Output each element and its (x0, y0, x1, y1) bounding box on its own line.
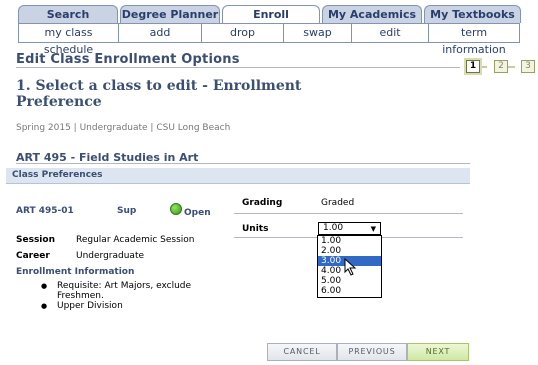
units-option[interactable]: 2.00 (318, 246, 381, 256)
step-3: 3 (521, 60, 535, 73)
grading-value: Graded (321, 198, 355, 208)
mouse-pointer-icon (344, 258, 357, 276)
previous-button[interactable]: PREVIOUS (337, 343, 407, 361)
requirements-list: Requisite: Art Majors, exclude Freshmen.… (41, 281, 211, 311)
step-heading: 1. Select a class to edit - Enrollment P… (16, 78, 302, 110)
title-divider (16, 67, 460, 68)
section-header-label: Class Preferences (12, 170, 103, 180)
page-title: Edit Class Enrollment Options (16, 52, 240, 67)
subtab-swap[interactable]: swap (284, 24, 352, 42)
next-button[interactable]: NEXT (407, 343, 469, 361)
class-component: Sup (117, 206, 137, 216)
tab-degree-planner[interactable]: Degree Planner (120, 5, 220, 23)
career-value: Undergraduate (76, 251, 145, 261)
units-option[interactable]: 6.00 (318, 286, 381, 296)
units-select[interactable]: 1.00 ▼ (318, 222, 381, 235)
units-option[interactable]: 5.00 (318, 276, 381, 286)
subtab-term-information[interactable]: term information (429, 24, 519, 56)
tab-enroll[interactable]: Enroll (222, 5, 320, 24)
units-label: Units (242, 224, 269, 234)
subtab-drop[interactable]: drop (202, 24, 284, 42)
section-header: Class Preferences (6, 168, 470, 184)
term-info: Spring 2015 | Undergraduate | CSU Long B… (16, 123, 231, 133)
units-selected-value: 1.00 (323, 223, 344, 233)
subtab-edit[interactable]: edit (352, 24, 429, 42)
career-label: Career (16, 251, 50, 261)
chevron-down-icon[interactable]: ▼ (371, 224, 376, 235)
enroll-subtabs: my class schedule add drop swap edit ter… (18, 23, 520, 56)
grading-divider (234, 213, 463, 214)
subtab-my-class-schedule[interactable]: my class schedule (19, 24, 119, 56)
units-option[interactable]: 1.00 (318, 236, 381, 246)
list-item: Upper Division (41, 301, 211, 311)
tab-search[interactable]: Search (18, 5, 118, 23)
class-number: ART 495-01 (16, 206, 74, 216)
course-divider (16, 163, 470, 164)
tab-my-textbooks[interactable]: My Textbooks (424, 5, 521, 23)
subtab-add[interactable]: add (119, 24, 202, 42)
step-indicator: 1 2 3 (455, 59, 538, 75)
list-item: Requisite: Art Majors, exclude Freshmen. (41, 281, 211, 301)
cancel-button[interactable]: CANCEL (267, 343, 337, 361)
step-2: 2 (494, 60, 508, 73)
step-1: 1 (466, 60, 480, 73)
tab-my-academics[interactable]: My Academics (322, 5, 422, 23)
open-status-icon (170, 203, 182, 215)
main-tabs: Search Degree Planner Enroll My Academic… (18, 5, 538, 24)
session-value: Regular Academic Session (76, 235, 195, 245)
grading-label: Grading (242, 198, 283, 208)
enrollment-info-label: Enrollment Information (16, 267, 135, 277)
session-label: Session (16, 235, 55, 245)
status-label: Open (184, 208, 211, 218)
